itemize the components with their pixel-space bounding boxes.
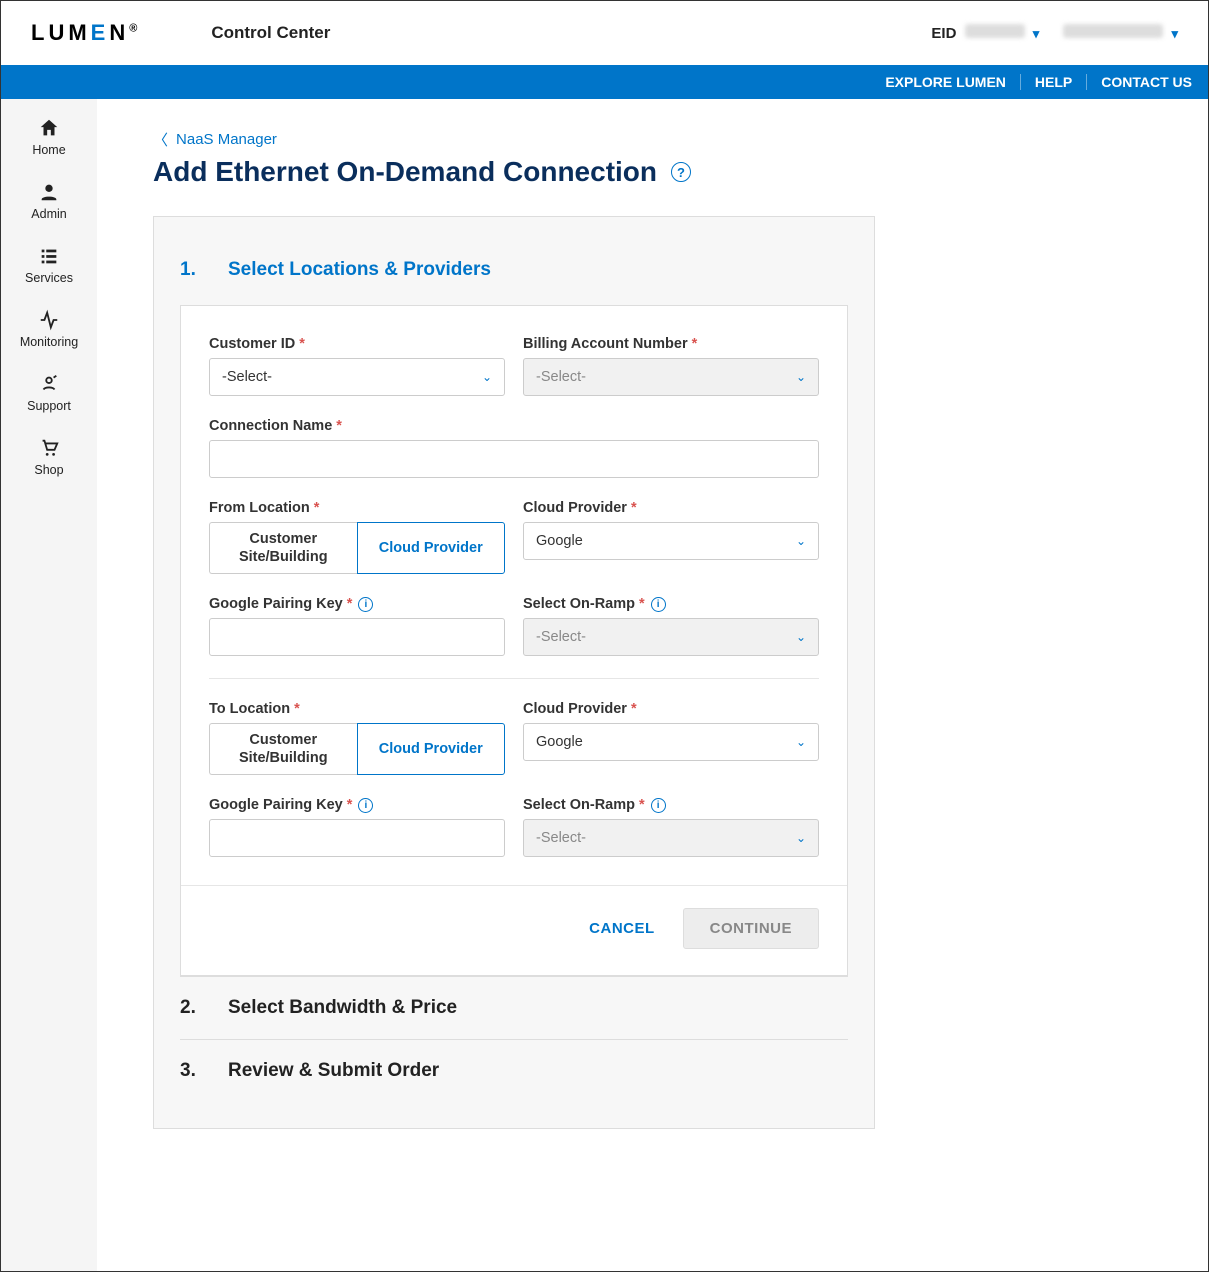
cancel-button[interactable]: CANCEL: [589, 920, 655, 937]
help-icon[interactable]: ?: [671, 162, 691, 182]
activity-icon: [38, 309, 60, 331]
chevron-down-icon: ⌄: [796, 735, 806, 749]
customer-id-label: Customer ID*: [209, 336, 505, 352]
nav-explore[interactable]: EXPLORE LUMEN: [871, 74, 1021, 90]
to-pairing-key-label: Google Pairing Key* i: [209, 797, 505, 813]
sidebar-item-support[interactable]: Support: [27, 373, 71, 413]
info-icon[interactable]: i: [651, 597, 666, 612]
eid-dropdown[interactable]: EID ▾: [931, 24, 1039, 42]
step2-header[interactable]: 2. Select Bandwidth & Price: [180, 976, 848, 1039]
from-pairing-key-label: Google Pairing Key* i: [209, 596, 505, 612]
nav-help[interactable]: HELP: [1021, 74, 1087, 90]
sidebar-item-services[interactable]: Services: [25, 245, 73, 285]
to-customer-site-toggle[interactable]: Customer Site/Building: [209, 723, 357, 775]
from-location-label: From Location*: [209, 500, 505, 516]
step1-number: 1.: [180, 259, 200, 281]
to-cloud-provider-label: Cloud Provider*: [523, 701, 819, 717]
to-onramp-select[interactable]: -Select- ⌄: [523, 819, 819, 857]
logo[interactable]: LUMEN®: [31, 20, 141, 46]
sidebar-item-home[interactable]: Home: [32, 117, 65, 157]
user-icon: [38, 181, 60, 203]
from-onramp-select[interactable]: -Select- ⌄: [523, 618, 819, 656]
from-cloud-provider-select[interactable]: Google ⌄: [523, 522, 819, 560]
nav-contact[interactable]: CONTACT US: [1087, 74, 1192, 90]
customer-id-select[interactable]: -Select- ⌄: [209, 358, 505, 396]
chevron-down-icon: ⌄: [796, 630, 806, 644]
to-location-label: To Location*: [209, 701, 505, 717]
cart-icon: [38, 437, 60, 459]
chevron-down-icon: ▾: [1033, 26, 1040, 41]
list-icon: [38, 245, 60, 267]
chevron-down-icon: ⌄: [796, 534, 806, 548]
app-title: Control Center: [211, 23, 330, 43]
to-cloud-provider-select[interactable]: Google ⌄: [523, 723, 819, 761]
from-onramp-label: Select On-Ramp* i: [523, 596, 819, 612]
to-onramp-label: Select On-Ramp* i: [523, 797, 819, 813]
connection-name-label: Connection Name*: [209, 418, 819, 434]
chevron-down-icon: ⌄: [796, 370, 806, 384]
chevron-left-icon: 〈: [153, 129, 168, 150]
from-pairing-key-input[interactable]: [209, 618, 505, 656]
to-cloud-provider-toggle[interactable]: Cloud Provider: [357, 723, 506, 775]
info-icon[interactable]: i: [358, 798, 373, 813]
from-cloud-provider-toggle[interactable]: Cloud Provider: [357, 522, 506, 574]
chevron-down-icon: ⌄: [482, 370, 492, 384]
home-icon: [38, 117, 60, 139]
to-pairing-key-input[interactable]: [209, 819, 505, 857]
support-icon: [38, 373, 60, 395]
connection-name-input[interactable]: [209, 440, 819, 478]
account-dropdown[interactable]: ▾: [1059, 24, 1178, 42]
step3-header[interactable]: 3. Review & Submit Order: [180, 1039, 848, 1102]
breadcrumb-back[interactable]: 〈 NaaS Manager: [153, 129, 1168, 150]
info-icon[interactable]: i: [651, 798, 666, 813]
sidebar-item-admin[interactable]: Admin: [31, 181, 66, 221]
billing-account-select[interactable]: -Select- ⌄: [523, 358, 819, 396]
billing-account-label: Billing Account Number*: [523, 336, 819, 352]
chevron-down-icon: ▾: [1171, 26, 1178, 41]
info-icon[interactable]: i: [358, 597, 373, 612]
step1-title: Select Locations & Providers: [228, 259, 491, 281]
sidebar-item-shop[interactable]: Shop: [34, 437, 63, 477]
page-title: Add Ethernet On-Demand Connection: [153, 156, 657, 188]
from-customer-site-toggle[interactable]: Customer Site/Building: [209, 522, 357, 574]
sidebar-item-monitoring[interactable]: Monitoring: [20, 309, 78, 349]
chevron-down-icon: ⌄: [796, 831, 806, 845]
from-cloud-provider-label: Cloud Provider*: [523, 500, 819, 516]
continue-button[interactable]: CONTINUE: [683, 908, 819, 949]
